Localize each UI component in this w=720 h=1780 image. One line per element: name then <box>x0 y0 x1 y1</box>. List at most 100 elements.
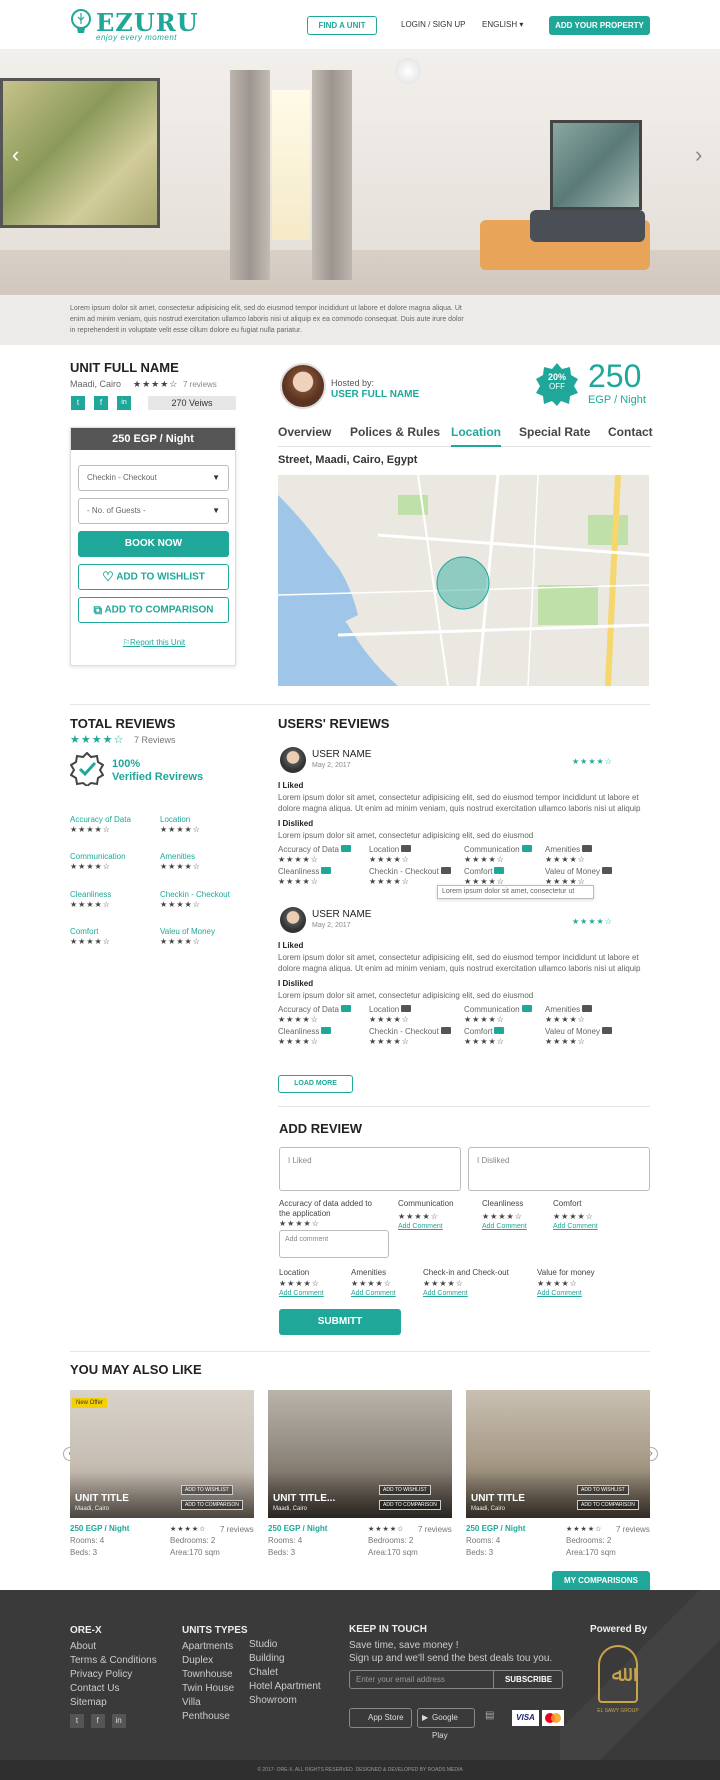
card-comparison-button[interactable]: ADD TO COMPARISON <box>379 1500 441 1510</box>
linkedin-icon[interactable]: in <box>117 396 131 410</box>
footer-link[interactable]: Twin House <box>182 1682 248 1696</box>
comment-bubble-icon[interactable] <box>340 1005 351 1012</box>
add-review-cat-label: Amenities <box>351 1268 387 1277</box>
unit-name: UNIT FULL NAME <box>70 360 179 375</box>
facebook-icon[interactable]: f <box>94 396 108 410</box>
add-to-comparison-button[interactable]: ⧉ ADD TO COMPARISON <box>78 597 229 623</box>
add-comment-link[interactable]: Add Comment <box>537 1290 582 1297</box>
comment-bubble-icon[interactable] <box>401 1005 412 1012</box>
site-header: EZURU enjoy every moment FIND A UNIT LOG… <box>0 0 720 50</box>
email-input[interactable]: Enter your email address <box>356 1675 445 1684</box>
comment-bubble-icon[interactable] <box>521 845 532 852</box>
linkedin-icon[interactable]: in <box>111 1714 126 1728</box>
hero-prev-arrow-icon[interactable]: ‹ <box>12 142 19 168</box>
booking-price-header: 250 EGP / Night <box>71 428 235 450</box>
comment-bubble-icon[interactable] <box>440 1027 451 1034</box>
review-cat-label: Location <box>369 845 412 854</box>
add-review-stars[interactable]: ★★★★☆ <box>553 1212 594 1221</box>
comment-bubble-icon[interactable] <box>321 867 332 874</box>
tab-overview[interactable]: Overview <box>278 425 331 439</box>
comment-bubble-icon[interactable] <box>340 845 351 852</box>
add-comment-link[interactable]: Add Comment <box>423 1290 468 1297</box>
book-now-button[interactable]: BOOK NOW <box>78 531 229 557</box>
comment-bubble-icon[interactable] <box>494 1027 505 1034</box>
footer-link[interactable]: Building <box>249 1652 321 1666</box>
add-review-stars[interactable]: ★★★★☆ <box>279 1279 320 1288</box>
review-cat-text: Location <box>369 845 400 854</box>
add-property-button[interactable]: ADD YOUR PROPERTY <box>549 16 650 35</box>
add-comment-link[interactable]: Add Comment <box>398 1223 443 1230</box>
add-review-stars[interactable]: ★★★★☆ <box>537 1279 578 1288</box>
card-wishlist-button[interactable]: ADD TO WISHLIST <box>379 1485 431 1495</box>
add-to-wishlist-button[interactable]: ♡ ADD TO WISHLIST <box>78 564 229 590</box>
disliked-textarea[interactable]: I Disliked <box>468 1147 650 1191</box>
card-wishlist-button[interactable]: ADD TO WISHLIST <box>577 1485 629 1495</box>
tab-location[interactable]: Location <box>451 425 501 447</box>
add-review-stars[interactable]: ★★★★☆ <box>351 1279 392 1288</box>
add-review-stars[interactable]: ★★★★☆ <box>279 1219 320 1228</box>
load-more-button[interactable]: LOAD MORE <box>278 1075 353 1093</box>
add-comment-link[interactable]: Add Comment <box>279 1290 324 1297</box>
comment-bubble-icon[interactable] <box>521 1005 532 1012</box>
add-review-stars[interactable]: ★★★★☆ <box>423 1279 464 1288</box>
comment-bubble-icon[interactable] <box>401 845 412 852</box>
card-comparison-button[interactable]: ADD TO COMPARISON <box>181 1500 243 1510</box>
footer-link[interactable]: Duplex <box>182 1654 248 1668</box>
footer-link[interactable]: Penthouse <box>182 1710 248 1724</box>
subscribe-button[interactable]: SUBSCRIBE <box>493 1671 563 1688</box>
guests-select[interactable]: - No. of Guests - ▼ <box>78 498 229 524</box>
card-comparison-button[interactable]: ADD TO COMPARISON <box>577 1500 639 1510</box>
comment-bubble-icon[interactable] <box>440 867 451 874</box>
host-name[interactable]: USER FULL NAME <box>331 389 419 400</box>
add-comment-link[interactable]: Add Comment <box>482 1223 527 1230</box>
tab-special-rate[interactable]: Special Rate <box>519 425 590 439</box>
tab-contact[interactable]: Contact <box>608 425 653 439</box>
footer-link[interactable]: Contact Us <box>70 1682 157 1696</box>
footer-link[interactable]: Terms & Conditions <box>70 1654 157 1668</box>
card-title[interactable]: UNIT TITLE... <box>273 1493 335 1504</box>
comment-bubble-icon[interactable] <box>494 867 505 874</box>
verified-percent: 100% <box>112 758 141 770</box>
footer-link[interactable]: Townhouse <box>182 1668 248 1682</box>
language-selector[interactable]: ENGLISH ▾ <box>482 20 523 29</box>
footer-link[interactable]: Studio <box>249 1638 321 1652</box>
footer-link[interactable]: Hotel Apartment <box>249 1680 321 1694</box>
login-signup-link[interactable]: LOGIN / SIGN UP <box>401 20 465 29</box>
footer-link[interactable]: Showroom <box>249 1694 321 1708</box>
facebook-icon[interactable]: f <box>90 1714 105 1728</box>
footer-link[interactable]: Sitemap <box>70 1696 157 1710</box>
hero-next-arrow-icon[interactable]: › <box>695 142 702 168</box>
comment-bubble-icon[interactable] <box>582 1005 593 1012</box>
add-comment-link[interactable]: Add Comment <box>351 1290 396 1297</box>
submit-review-button[interactable]: SUBMITT <box>279 1309 401 1335</box>
liked-textarea[interactable]: I Liked <box>279 1147 461 1191</box>
add-comment-textarea[interactable]: Add comment <box>279 1230 389 1258</box>
review-cat-label: Amenities <box>545 1005 593 1014</box>
add-review-stars[interactable]: ★★★★☆ <box>398 1212 439 1221</box>
twitter-icon[interactable]: t <box>70 1714 84 1728</box>
comment-bubble-icon[interactable] <box>321 1027 332 1034</box>
location-map[interactable] <box>278 475 649 686</box>
comment-bubble-icon[interactable] <box>602 1027 612 1034</box>
comment-bubble-icon[interactable] <box>582 845 593 852</box>
my-comparisons-button[interactable]: MY COMPARISONS <box>552 1571 650 1590</box>
google-play-badge[interactable]: ▶ Google Play <box>417 1708 475 1740</box>
checkin-checkout-select[interactable]: Checkin - Checkout ▼ <box>78 465 229 491</box>
app-store-badge[interactable]: App Store <box>349 1708 412 1728</box>
footer-link[interactable]: Privacy Policy <box>70 1668 157 1682</box>
footer-link[interactable]: Apartments <box>182 1640 248 1654</box>
total-cat-label: Cleanliness <box>70 890 112 899</box>
twitter-icon[interactable]: t <box>71 396 85 410</box>
add-comment-link[interactable]: Add Comment <box>553 1223 598 1230</box>
card-title[interactable]: UNIT TITLE <box>75 1493 129 1504</box>
tab-policies[interactable]: Polices & Rules <box>350 425 440 439</box>
footer-link[interactable]: Villa <box>182 1696 248 1710</box>
footer-link[interactable]: Chalet <box>249 1666 321 1680</box>
card-title[interactable]: UNIT TITLE <box>471 1493 525 1504</box>
add-review-stars[interactable]: ★★★★☆ <box>482 1212 523 1221</box>
find-unit-button[interactable]: FIND A UNIT <box>307 16 377 35</box>
footer-link[interactable]: About <box>70 1640 157 1654</box>
comment-bubble-icon[interactable] <box>602 867 612 874</box>
card-wishlist-button[interactable]: ADD TO WISHLIST <box>181 1485 233 1495</box>
report-unit-link[interactable]: ⚐Report this Unit <box>71 638 237 647</box>
